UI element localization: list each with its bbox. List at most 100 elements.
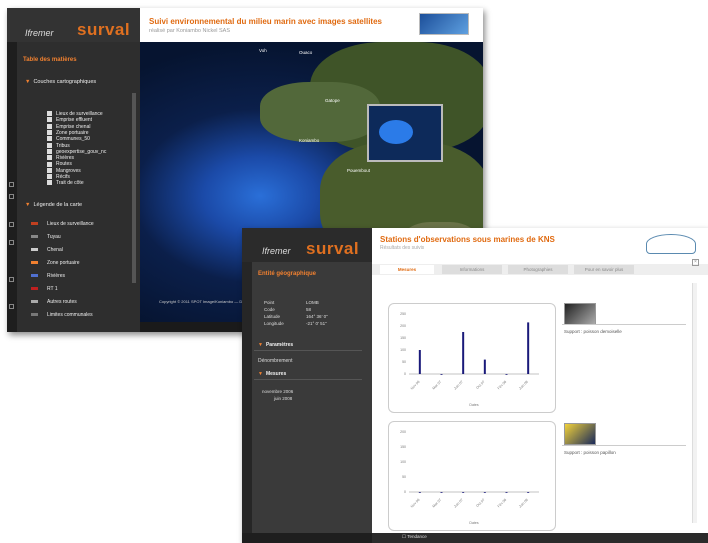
legend-item: Autres routes <box>47 299 77 305</box>
legend-item: Lieux de surveillance <box>47 221 94 227</box>
results-scrollbar[interactable] <box>692 283 697 523</box>
y-tick-label: 200 <box>400 324 406 328</box>
checkbox[interactable] <box>47 167 52 173</box>
toc-scrollbar[interactable] <box>132 93 136 283</box>
section-entity: Entité géographique <box>258 271 317 277</box>
param-value[interactable]: Dénombrement <box>258 358 292 364</box>
checkbox[interactable] <box>47 174 52 180</box>
date-item[interactable]: juin 2008 <box>274 396 292 401</box>
section-legend[interactable]: ▼ Légende de la carte <box>25 202 82 208</box>
tab-photographies[interactable]: Photographies <box>508 265 568 274</box>
bar <box>462 492 465 493</box>
legend-item: RT 1 <box>47 286 58 292</box>
map-label: Koniambo <box>299 138 320 143</box>
y-tick-label: 100 <box>400 460 406 464</box>
tendance-checkbox[interactable]: ☐ Tendance <box>402 534 427 540</box>
tool-icon[interactable] <box>9 194 14 199</box>
x-tick-label: Juin 07 <box>453 380 464 391</box>
checkbox[interactable] <box>47 161 52 167</box>
bar <box>527 492 530 493</box>
legend-item: Rivières <box>47 273 66 279</box>
triangle-down-icon: ▼ <box>258 342 263 348</box>
layer-item[interactable]: Lieux de surveillance <box>47 111 103 117</box>
x-tick-label: Juin 07 <box>453 498 464 509</box>
layer-item[interactable]: Routes <box>47 161 72 167</box>
legend-symbol <box>31 274 38 277</box>
support-label: Support : poisson demoiselle <box>564 329 622 334</box>
layer-item[interactable]: Emprise chenal <box>47 124 90 130</box>
layer-item[interactable]: Communes_50 <box>47 136 90 142</box>
checkbox[interactable] <box>47 136 52 142</box>
triangle-down-icon: ▼ <box>25 202 31 208</box>
tool-icon[interactable] <box>9 222 14 227</box>
checkbox[interactable] <box>47 111 52 117</box>
left-toolbar <box>7 42 17 332</box>
layer-item[interactable]: Emprise effluent <box>47 117 92 123</box>
brand-small: Ifremer <box>25 28 54 38</box>
close-icon[interactable]: × <box>692 259 699 266</box>
x-axis-label: Dates <box>469 403 478 407</box>
field-label: Latitude <box>264 314 281 319</box>
kns-logo <box>646 234 696 254</box>
y-tick-label: 0 <box>404 372 406 376</box>
y-tick-label: 150 <box>400 445 406 449</box>
tab-informations[interactable]: Informations <box>442 265 502 274</box>
legend-symbol <box>31 235 38 238</box>
overview-map[interactable] <box>367 104 443 162</box>
date-item[interactable]: novembre 2006 <box>262 389 293 394</box>
checkbox[interactable] <box>47 180 52 186</box>
layer-item[interactable]: Trait de côte <box>47 180 84 186</box>
x-tick-label: Oct 07 <box>475 380 485 390</box>
y-tick-label: 50 <box>402 360 406 364</box>
bar <box>505 492 508 493</box>
layer-item[interactable]: Zone portuaire <box>47 130 89 136</box>
y-tick-label: 150 <box>400 336 406 340</box>
bar <box>440 374 443 375</box>
checkbox[interactable] <box>47 123 52 129</box>
bar <box>505 374 508 375</box>
layer-item[interactable]: Rivières <box>47 155 74 161</box>
section-params[interactable]: ▼ Paramètres <box>258 342 293 348</box>
section-layers[interactable]: ▼ Couches cartographiques <box>25 79 96 85</box>
checkbox[interactable] <box>47 117 52 123</box>
page-subtitle: réalisé par Koniambo Nickel SAS <box>149 28 231 34</box>
left-toolbar <box>242 262 252 543</box>
surval-logo: Ifremer surval <box>242 228 372 262</box>
layer-item[interactable]: Tribus <box>47 143 70 149</box>
brand-big: surval <box>77 20 131 39</box>
layer-item[interactable]: geoexpertise_gouv_nc <box>47 149 106 155</box>
page-title: Stations d'observations sous marines de … <box>380 235 555 244</box>
field-value: 58 <box>306 307 312 312</box>
checkbox[interactable] <box>47 148 52 154</box>
tab-mesures[interactable]: Mesures <box>380 265 434 274</box>
field-value: -21° 0' 51" <box>306 321 327 326</box>
triangle-down-icon: ▼ <box>258 371 263 377</box>
checkbox[interactable] <box>47 155 52 161</box>
map-label: Pouembout <box>347 168 371 173</box>
partner-logo <box>419 13 469 35</box>
page-title: Suivi environnemental du milieu marin av… <box>149 17 382 26</box>
x-tick-label: Nov 06 <box>410 380 421 391</box>
legend-symbol <box>31 287 38 290</box>
checkbox[interactable] <box>47 142 52 148</box>
tab-savoir-plus[interactable]: Pour en savoir plus <box>574 265 634 274</box>
layer-item[interactable]: Mangroves <box>47 168 81 174</box>
support-label: Support : poisson papillon <box>564 450 616 455</box>
tool-icon[interactable] <box>9 304 14 309</box>
checkbox[interactable] <box>47 130 52 136</box>
section-mesures[interactable]: ▼ Mesures <box>258 371 286 377</box>
tool-icon[interactable] <box>9 240 14 245</box>
bar <box>462 332 465 374</box>
map-label: Voh <box>259 48 267 53</box>
tool-icon[interactable] <box>9 277 14 282</box>
fish-thumbnail[interactable] <box>564 303 596 325</box>
layer-item[interactable]: Récifs <box>47 174 70 180</box>
tool-icon[interactable] <box>9 182 14 187</box>
sidebar-footer <box>242 533 372 543</box>
map-label: Ouaco <box>299 50 313 55</box>
fish-thumbnail[interactable] <box>564 423 596 445</box>
legend-symbol <box>31 222 38 225</box>
y-tick-label: 50 <box>402 475 406 479</box>
x-tick-label: Mar 07 <box>432 498 443 509</box>
field-value: LOMB <box>306 300 319 305</box>
